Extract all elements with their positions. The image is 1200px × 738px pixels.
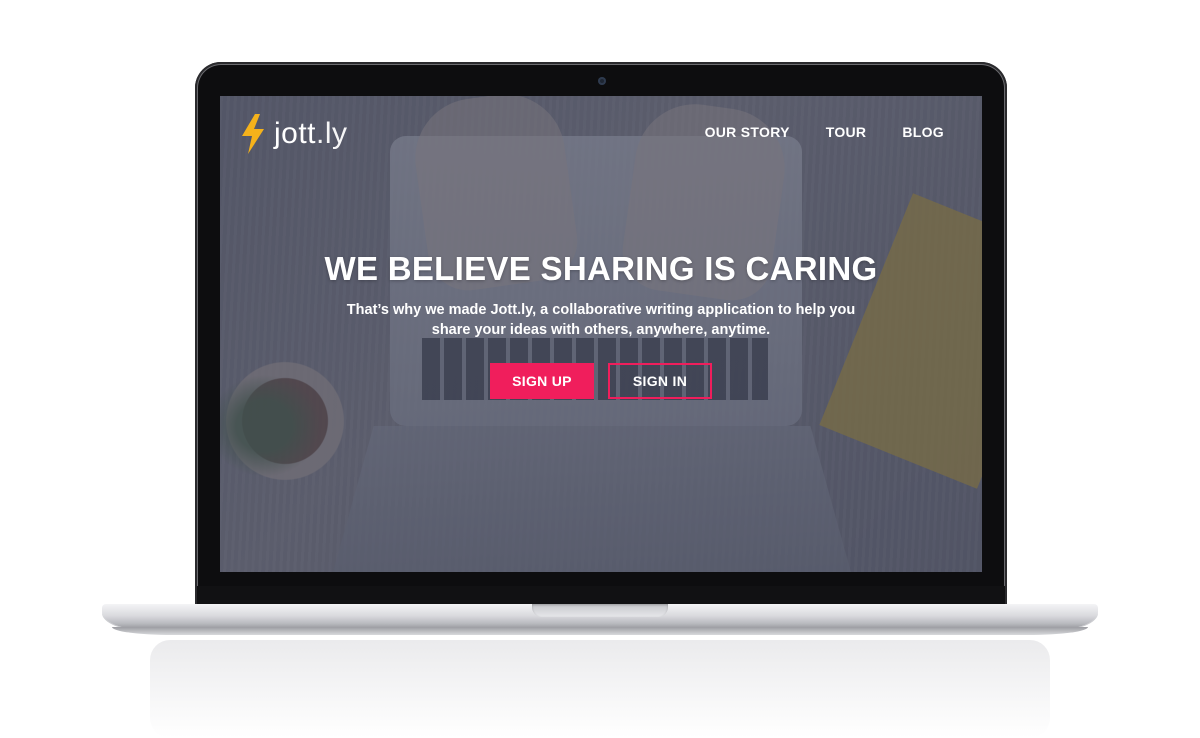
- hero-cta-group: SIGN UP SIGN IN: [220, 363, 982, 399]
- site-logo[interactable]: jott.ly: [240, 114, 348, 154]
- hero-headline: WE BELIEVE SHARING IS CARING: [324, 250, 878, 287]
- lightning-bolt-icon: [242, 114, 264, 154]
- nav-our-story[interactable]: OUR STORY: [705, 124, 790, 140]
- nav-blog[interactable]: BLOG: [902, 124, 944, 140]
- logo-main-text: jott: [274, 117, 317, 150]
- laptop-screen: jott.ly OUR STORY TOUR BLOG WE BELIEVE S…: [220, 96, 982, 572]
- laptop-reflection: [150, 640, 1050, 738]
- nav-tour[interactable]: TOUR: [826, 124, 867, 140]
- hero-section: WE BELIEVE SHARING IS CARING That’s why …: [220, 250, 982, 340]
- sign-up-button[interactable]: SIGN UP: [490, 363, 594, 399]
- camera-icon: [598, 77, 606, 85]
- laptop-base-edge: [112, 627, 1088, 635]
- hero-subheadline: That’s why we made Jott.ly, a collaborat…: [346, 302, 856, 338]
- mockup-stage: jott.ly OUR STORY TOUR BLOG WE BELIEVE S…: [0, 0, 1200, 738]
- laptop-opening-notch: [532, 604, 668, 617]
- site-navbar: jott.ly OUR STORY TOUR BLOG: [220, 96, 982, 170]
- sign-in-button[interactable]: SIGN IN: [608, 363, 712, 399]
- logo-suffix-text: .ly: [316, 117, 348, 150]
- logo-wordmark: jott.ly: [274, 117, 348, 151]
- main-nav: OUR STORY TOUR BLOG: [705, 124, 944, 140]
